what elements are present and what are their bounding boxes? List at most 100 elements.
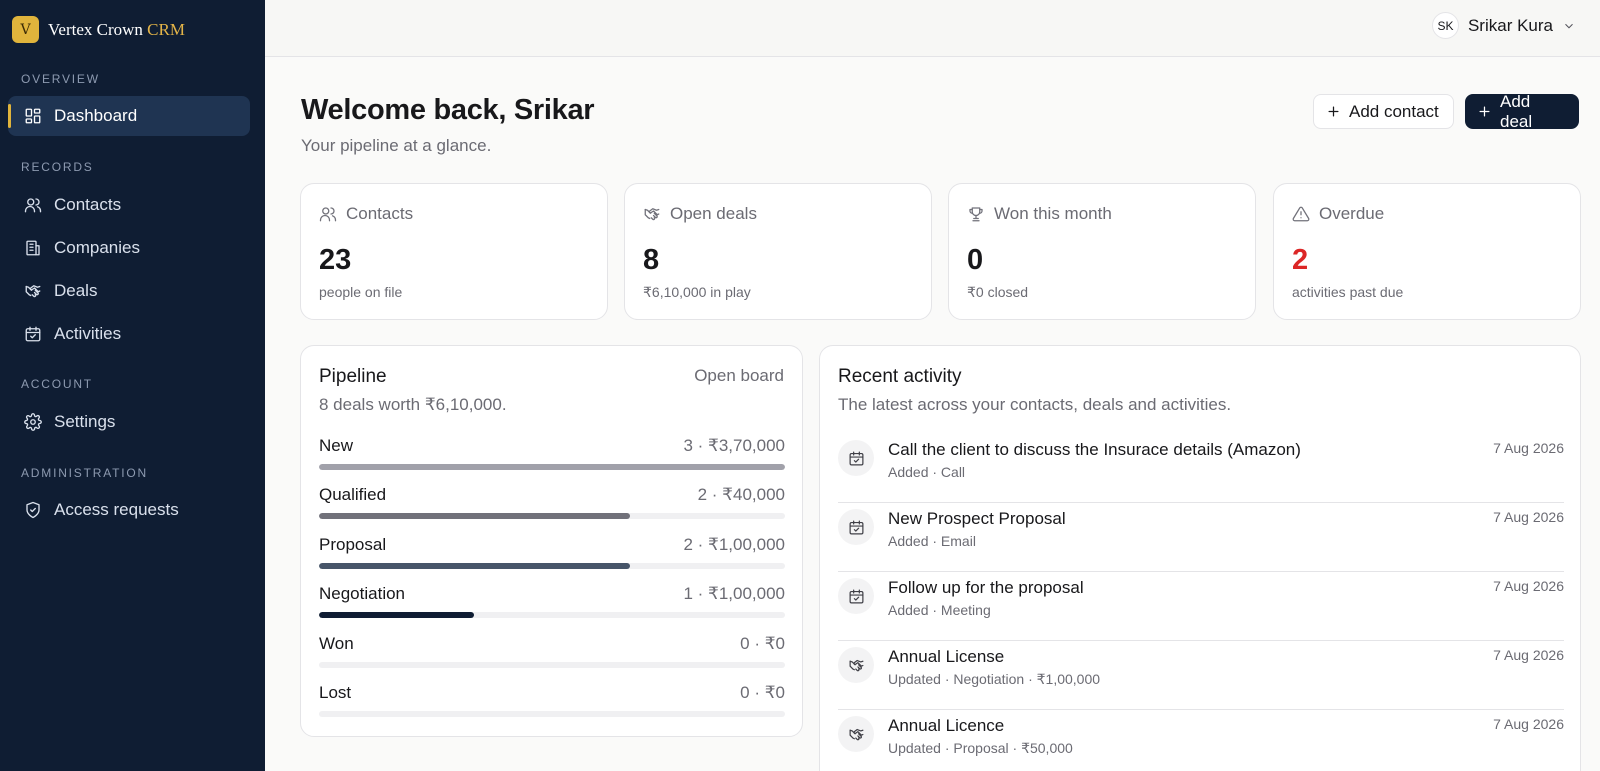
chevron-down-icon xyxy=(1565,23,1573,28)
handshake-icon xyxy=(849,728,863,740)
brand-logo: V xyxy=(12,16,39,43)
sidebar-item-dashboard[interactable]: Dashboard xyxy=(8,96,250,136)
alert-triangle-icon xyxy=(1292,206,1310,222)
activity-icon-badge xyxy=(838,716,874,752)
pipeline-subtitle: 8 deals worth ₹6,10,000. xyxy=(319,395,507,414)
users-icon xyxy=(24,198,42,213)
add-contact-label: Add contact xyxy=(1349,101,1439,121)
activity-title-text: Annual License xyxy=(888,647,1005,666)
activity-title-text: New Prospect Proposal xyxy=(888,509,1066,528)
sidebar-item-label: Companies xyxy=(54,238,140,257)
stat-subtext: people on file xyxy=(319,284,403,300)
pipeline-panel: Pipeline Open board 8 deals worth ₹6,10,… xyxy=(300,345,803,737)
sidebar-item-label: Activities xyxy=(54,324,122,343)
sidebar-item-companies[interactable]: Companies xyxy=(8,228,250,268)
add-deal-button[interactable]: Add deal xyxy=(1465,92,1579,131)
stat-value: 8 xyxy=(643,244,660,276)
activity-item[interactable]: Follow up for the proposal Added · Meeti… xyxy=(838,572,1564,641)
sidebar-item-activities[interactable]: Activities xyxy=(8,314,250,354)
open-board-link[interactable]: Open board xyxy=(694,366,784,386)
activity-date: 7 Aug 2026 xyxy=(1493,578,1564,594)
pipeline-stage-new[interactable]: New 3 · ₹3,70,000 xyxy=(319,436,785,476)
sidebar-item-label: Deals xyxy=(54,281,98,300)
stage-meta: 3 · ₹3,70,000 xyxy=(683,436,785,455)
stage-progress-track xyxy=(319,464,785,470)
page-title: Welcome back, Srikar xyxy=(301,94,595,126)
handshake-icon xyxy=(644,208,660,221)
activity-title: Recent activity xyxy=(838,366,962,387)
stage-progress-fill xyxy=(319,513,630,519)
stage-progress-fill xyxy=(319,563,630,569)
calendar-check-icon xyxy=(849,520,863,534)
stat-header: Overdue xyxy=(1292,204,1384,224)
stat-value: 2 xyxy=(1292,244,1309,276)
stage-progress-fill xyxy=(319,612,475,618)
activity-item[interactable]: Call the client to discuss the Insurace … xyxy=(838,434,1564,503)
stat-header: Won this month xyxy=(967,204,1112,224)
stat-label: Contacts xyxy=(346,204,414,223)
sidebar-item-access-requests[interactable]: Access requests xyxy=(8,490,250,530)
activity-date: 7 Aug 2026 xyxy=(1493,647,1564,663)
recent-activity-panel: Recent activity The latest across your c… xyxy=(819,345,1581,771)
users-icon xyxy=(319,207,337,222)
stage-progress-track xyxy=(319,662,785,668)
activity-date: 7 Aug 2026 xyxy=(1493,440,1564,456)
pipeline-stage-negotiation[interactable]: Negotiation 1 · ₹1,00,000 xyxy=(319,584,785,624)
activity-date: 7 Aug 2026 xyxy=(1493,509,1564,525)
activity-subtitle: The latest across your contacts, deals a… xyxy=(838,395,1232,414)
stat-card-won-this-month[interactable]: Won this month 0 ₹0 closed xyxy=(948,183,1256,320)
stage-name: New xyxy=(319,436,354,455)
brand-name: Vertex Crown CRM xyxy=(48,20,185,40)
pipeline-stage-qualified[interactable]: Qualified 2 · ₹40,000 xyxy=(319,485,785,525)
stage-progress-track xyxy=(319,513,785,519)
pipeline-stage-won[interactable]: Won 0 · ₹0 xyxy=(319,634,785,674)
stat-card-open-deals[interactable]: Open deals 8 ₹6,10,000 in play xyxy=(624,183,932,320)
brand-name-accent: CRM xyxy=(147,19,185,39)
activity-item[interactable]: New Prospect Proposal Added · Email 7 Au… xyxy=(838,503,1564,572)
stage-name: Proposal xyxy=(319,535,387,554)
stage-name: Qualified xyxy=(319,485,387,504)
building-icon xyxy=(26,240,40,256)
stat-subtext: activities past due xyxy=(1292,284,1404,300)
activity-meta: Added · Call xyxy=(888,464,966,480)
stage-meta: 2 · ₹1,00,000 xyxy=(683,535,785,554)
stage-progress-track xyxy=(319,612,785,618)
stage-progress-track xyxy=(319,563,785,569)
pipeline-stage-proposal[interactable]: Proposal 2 · ₹1,00,000 xyxy=(319,535,785,575)
calendar-check-icon xyxy=(25,326,41,342)
sidebar-item-label: Access requests xyxy=(54,500,179,519)
add-contact-button[interactable]: Add contact xyxy=(1313,94,1454,129)
stat-card-overdue[interactable]: Overdue 2 activities past due xyxy=(1273,183,1581,320)
sidebar-item-deals[interactable]: Deals xyxy=(8,271,250,311)
sidebar-item-label: Dashboard xyxy=(54,106,138,125)
page-subtitle: Your pipeline at a glance. xyxy=(301,136,492,155)
sidebar-item-contacts[interactable]: Contacts xyxy=(8,185,250,225)
stage-meta: 0 · ₹0 xyxy=(740,634,785,653)
nav-section-account: ACCOUNT xyxy=(21,377,93,391)
user-menu[interactable]: SK Srikar Kura xyxy=(1431,12,1576,39)
stat-header: Contacts xyxy=(319,204,413,224)
nav-section-records: RECORDS xyxy=(21,160,94,174)
stat-subtext: ₹6,10,000 in play xyxy=(643,284,751,300)
brand[interactable]: V Vertex Crown CRM xyxy=(12,16,185,43)
stage-meta: 1 · ₹1,00,000 xyxy=(683,584,785,603)
stat-label: Won this month xyxy=(994,204,1112,223)
stat-value: 23 xyxy=(319,244,352,276)
topbar: SK Srikar Kura xyxy=(265,0,1600,57)
dashboard-icon xyxy=(25,108,41,124)
activity-icon-badge xyxy=(838,509,874,545)
sidebar-item-settings[interactable]: Settings xyxy=(8,402,250,442)
activity-icon-badge xyxy=(838,647,874,683)
brand-name-main: Vertex Crown xyxy=(48,19,143,39)
stat-label: Open deals xyxy=(670,204,757,223)
calendar-check-icon xyxy=(849,451,863,465)
stat-subtext: ₹0 closed xyxy=(967,284,1029,300)
stat-card-contacts[interactable]: Contacts 23 people on file xyxy=(300,183,608,320)
activity-title-text: Call the client to discuss the Insurace … xyxy=(888,440,1301,459)
activity-item[interactable]: Annual Licence Updated · Proposal · ₹50,… xyxy=(838,710,1564,771)
avatar: SK xyxy=(1431,12,1459,39)
stat-label: Overdue xyxy=(1319,204,1385,223)
activity-item[interactable]: Annual License Updated · Negotiation · ₹… xyxy=(838,641,1564,710)
pipeline-stage-lost[interactable]: Lost 0 · ₹0 xyxy=(319,683,785,723)
activity-meta: Added · Meeting xyxy=(888,602,991,618)
